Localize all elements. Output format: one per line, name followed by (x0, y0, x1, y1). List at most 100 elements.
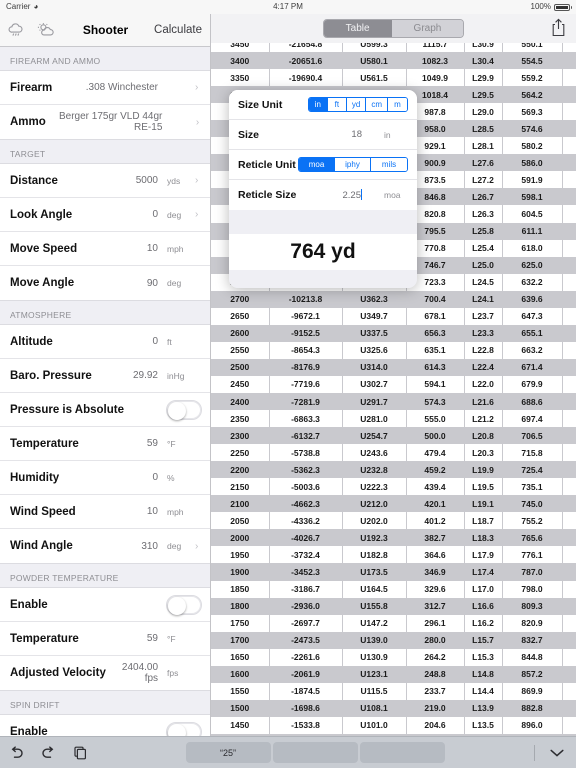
table-row[interactable]: 2650-9672.1U349.7678.1L23.7647.3162.88.2… (211, 307, 576, 325)
setting-label: Temperature (10, 632, 79, 645)
table-graph-segmented-control[interactable]: Table Graph (322, 19, 465, 38)
segment-option[interactable]: iphy (335, 158, 371, 171)
popover-value[interactable]: 18 (351, 129, 362, 140)
table-row[interactable]: 2600-9152.5U337.5656.3L23.3655.1166.87.9… (211, 324, 576, 342)
table-row[interactable]: 2550-8654.3U325.6635.1L22.8663.2170.97.7… (211, 341, 576, 359)
popover-row-reticle-unit[interactable]: Reticle Unit moa iphy mils (229, 150, 417, 180)
table-cell: 594.1 (406, 375, 465, 393)
setting-row-temperature[interactable]: Temperature 59 °F (0, 622, 210, 656)
undo-icon[interactable] (0, 737, 32, 768)
table-cell: U599.3 (342, 43, 407, 53)
table-row[interactable]: 1850-3186.7U164.5329.6L17.0798.0247.54.7… (211, 580, 576, 598)
table-row[interactable]: 2200-5362.3U232.8459.2L19.9725.4204.46.1… (211, 461, 576, 479)
setting-row-firearm[interactable]: Firearm .308 Winchester › (0, 71, 210, 105)
table-row[interactable]: 2150-5003.6U222.3439.4L19.5735.1210.05.9… (211, 478, 576, 496)
calculate-button[interactable]: Calculate (154, 24, 202, 36)
segment-option[interactable]: m (388, 98, 407, 111)
table-cell: 678.1 (406, 307, 465, 325)
segment-option[interactable]: mils (371, 158, 407, 171)
toggle-switch[interactable] (166, 594, 202, 615)
table-cell: 479.4 (406, 444, 465, 462)
table-row[interactable]: 1700-2473.5U139.0280.0L15.7832.7269.54.2… (211, 631, 576, 649)
table-row[interactable]: 1950-3732.4U182.8364.6L17.9776.1234.15.1… (211, 546, 576, 564)
table-row[interactable]: 2350-6863.3U281.0555.0L21.2697.4189.06.8… (211, 410, 576, 428)
setting-row-humidity[interactable]: Humidity 0% (0, 461, 210, 495)
prediction-candidate[interactable] (272, 742, 358, 763)
setting-row-distance[interactable]: Distance 5000 yds › (0, 164, 210, 198)
setting-unit: % (167, 472, 175, 483)
left-navbar: Shooter Calculate (0, 14, 210, 47)
setting-row-baro-pressure[interactable]: Baro. Pressure 29.92 inHg (0, 359, 210, 393)
setting-row-move-speed[interactable]: Move Speed 10 mph (0, 232, 210, 266)
table-row[interactable]: 2400-7281.9U291.7574.3L21.6688.6184.27.0… (211, 392, 576, 411)
redo-icon[interactable] (32, 737, 64, 768)
setting-row-wind-angle[interactable]: Wind Angle 310 deg › (0, 529, 210, 563)
table-cell: 170.9 (562, 341, 576, 359)
setting-row-pressure-is-absolute[interactable]: Pressure is Absolute (0, 393, 210, 427)
table-row[interactable]: 2500-8176.9U314.0614.3L22.4671.4175.27.4… (211, 358, 576, 376)
popover-row-size-unit[interactable]: Size Unit in ft yd cm m (229, 90, 417, 120)
table-cell: 869.9 (502, 682, 563, 700)
table-row[interactable]: 2100-4662.3U212.0420.1L19.1745.0215.75.7… (211, 495, 576, 513)
table-row[interactable]: 1550-1874.5U115.5233.7L14.4869.9294.03.6… (211, 682, 576, 700)
table-row[interactable]: 2450-7719.6U302.7594.1L22.0679.9179.67.2… (211, 375, 576, 393)
setting-label: Move Angle (10, 277, 75, 289)
table-row[interactable]: 1650-2261.6U130.9264.2L15.3844.8277.34.0… (211, 648, 576, 666)
popover-value[interactable]: 2.25 (343, 189, 362, 201)
table-cell: 175.2 (562, 358, 576, 376)
table-row[interactable]: 2700-10213.8U362.3700.4L24.1639.6159.08.… (211, 290, 576, 308)
table-row[interactable]: 1500-1698.6U108.1219.0L13.9882.8302.83.5… (211, 699, 576, 717)
table-row[interactable]: 1600-2061.9U123.1248.8L14.8857.2285.53.8… (211, 665, 576, 683)
segment-graph[interactable]: Graph (391, 20, 464, 37)
setting-row-altitude[interactable]: Altitude 0 ft (0, 325, 210, 359)
segment-option[interactable]: yd (346, 98, 367, 111)
setting-row-enable[interactable]: Enable (0, 588, 210, 622)
toggle-switch[interactable] (166, 721, 202, 736)
setting-row-enable[interactable]: Enable (0, 715, 210, 736)
prediction-candidate[interactable] (359, 742, 445, 763)
table-row[interactable]: 2300-6132.7U254.7500.0L20.8706.5194.06.5… (211, 427, 576, 445)
table-row[interactable]: 1800-2936.0U155.8312.7L16.6809.3254.54.5… (211, 597, 576, 615)
table-cell: 247.5 (562, 580, 576, 598)
setting-row-ammo[interactable]: Ammo Berger 175gr VLD 44gr RE-15 › (0, 105, 210, 139)
table-cell: -2261.6 (269, 648, 343, 666)
setting-row-wind-speed[interactable]: Wind Speed 10 mph (0, 495, 210, 529)
share-icon[interactable] (551, 18, 566, 42)
segment-option[interactable]: in (308, 98, 328, 111)
segmented-control[interactable]: in ft yd cm m (307, 97, 408, 112)
chevron-down-icon[interactable] (542, 737, 572, 768)
setting-value: .308 Winchester (85, 82, 158, 93)
popover-unit: moa (384, 190, 401, 200)
table-row[interactable]: 2050-4336.2U202.0401.2L18.7755.2221.65.5… (211, 512, 576, 530)
table-row[interactable]: 2250-5738.8U243.6479.4L20.3715.8199.16.3… (211, 444, 576, 462)
paste-icon[interactable] (64, 737, 96, 768)
table-row[interactable]: 2000-4026.7U192.3382.7L18.3765.6227.75.3… (211, 529, 576, 547)
segment-option[interactable]: moa (299, 158, 335, 171)
segment-option[interactable]: ft (327, 98, 347, 111)
table-row[interactable]: 3450-21654.8U599.31115.7L30.9550.1117.61… (211, 43, 576, 53)
setting-row-adjusted-velocity[interactable]: Adjusted Velocity 2404.00 fps fps (0, 656, 210, 690)
table-cell: 618.0 (502, 239, 563, 257)
popover-row-reticle-size[interactable]: Reticle Size 2.25 moa (229, 180, 417, 210)
segment-table[interactable]: Table (323, 20, 392, 37)
setting-row-move-angle[interactable]: Move Angle 90 deg (0, 266, 210, 300)
setting-row-look-angle[interactable]: Look Angle 0 deg › (0, 198, 210, 232)
segment-option[interactable]: cm (366, 98, 388, 111)
table-cell: 844.8 (502, 648, 563, 666)
table-row[interactable]: 3350-19690.4U561.51049.9L29.9559.2121.51… (211, 69, 576, 87)
table-row[interactable]: 3400-20651.6U580.11082.3L30.4554.5119.51… (211, 52, 576, 70)
table-cell: L18.7 (464, 512, 503, 530)
table-row[interactable]: 1750-2697.7U147.2296.1L16.2820.9261.94.3… (211, 614, 576, 632)
toggle-switch[interactable] (166, 399, 202, 420)
setting-value: 90 (146, 277, 158, 289)
table-cell: U349.7 (342, 307, 407, 325)
table-cell: U147.2 (342, 614, 407, 632)
segmented-control[interactable]: moa iphy mils (298, 157, 408, 172)
popover-row-size[interactable]: Size 18 in (229, 120, 417, 150)
setting-row-temperature[interactable]: Temperature 59 °F (0, 427, 210, 461)
prediction-candidate[interactable]: “25” (185, 742, 271, 763)
table-cell: 312.7 (406, 597, 465, 615)
table-row[interactable]: 1450-1533.8U101.0204.6L13.5896.0312.03.3… (211, 716, 576, 734)
table-cell: 2050 (211, 512, 270, 530)
table-row[interactable]: 1900-3452.3U173.5346.9L17.4787.0240.64.9… (211, 563, 576, 581)
